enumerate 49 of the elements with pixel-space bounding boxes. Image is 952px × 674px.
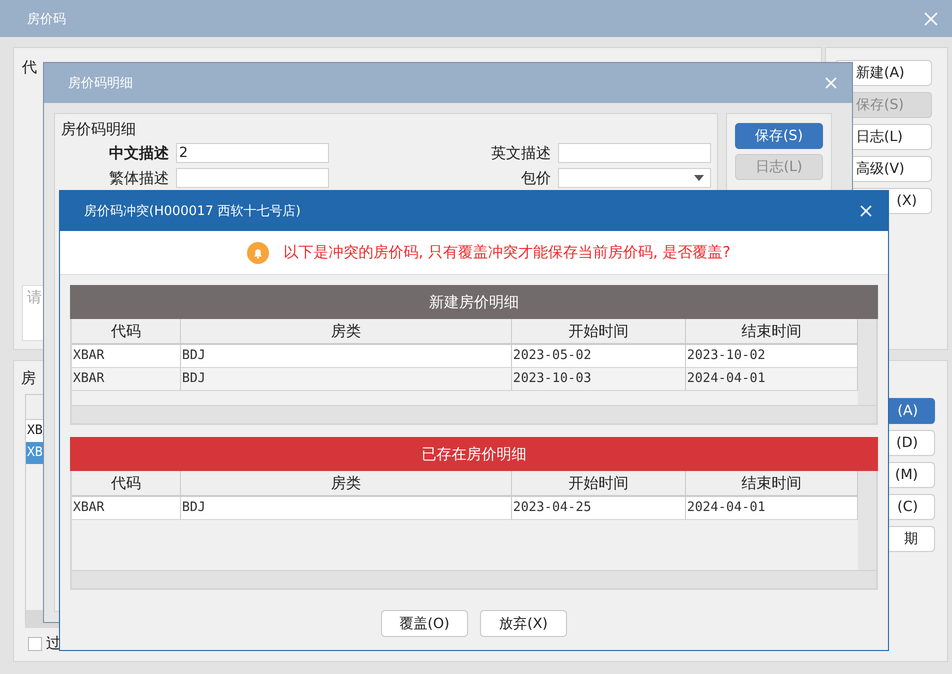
column-header[interactable]: 开始时间 (512, 319, 686, 345)
filter-checkbox[interactable] (28, 636, 42, 650)
window-title: 房价码 (27, 10, 66, 28)
table-cell: 2023-04-25 (512, 497, 686, 520)
horizontal-scrollbar[interactable] (72, 570, 876, 588)
vertical-scrollbar[interactable] (858, 319, 876, 405)
table-cell: XBAR (72, 345, 181, 368)
bell-icon (247, 242, 270, 264)
dropdown-field[interactable] (558, 168, 711, 188)
warning-message: 以下是冲突的房价码, 只有覆盖冲突才能保存当前房价码, 是否覆盖? (283, 243, 731, 262)
table-cell: BDJ (181, 497, 512, 520)
field-label: 包价 (520, 168, 551, 188)
list-label: 房 (21, 369, 36, 388)
table-cell: 2024-04-01 (686, 497, 858, 520)
table-cell: 2023-10-03 (512, 368, 686, 391)
table-cell: 2024-04-01 (686, 368, 858, 391)
text-field[interactable] (558, 143, 711, 163)
column-header[interactable]: 开始时间 (512, 471, 686, 497)
table-cell: BDJ (181, 345, 512, 368)
table-cell: BDJ (181, 368, 512, 391)
checkbox-label: 过 (46, 634, 61, 653)
column-header[interactable]: 代码 (72, 319, 181, 345)
section-title: 新建房价明细 (429, 292, 519, 312)
dialog-button[interactable]: 覆盖(O) (381, 610, 468, 637)
dialog-title: 房价码冲突(H000017 西软十七号店) (84, 203, 301, 220)
table-cell: XBAR (72, 497, 181, 520)
table-cell: 2023-10-02 (686, 345, 858, 368)
caret-icon (694, 175, 704, 181)
group-title: 房价码明细 (61, 120, 137, 139)
detail-button[interactable]: 保存(S) (735, 123, 823, 149)
column-header[interactable]: 代码 (72, 471, 181, 497)
column-header[interactable]: 房类 (181, 471, 512, 497)
table-cell: 2023-05-02 (512, 345, 686, 368)
horizontal-scrollbar[interactable] (72, 405, 876, 423)
table-cell: XBAR (72, 368, 181, 391)
column-header[interactable]: 结束时间 (686, 471, 858, 497)
section-title: 已存在房价明细 (422, 444, 526, 464)
field-label: 繁体描述 (108, 168, 169, 188)
field-label: 英文描述 (490, 144, 551, 162)
field-label: 中文描述 (108, 144, 169, 162)
text-field[interactable]: 2 (176, 143, 329, 163)
dialog-button[interactable]: 放弃(X) (480, 610, 567, 637)
window-title: 房价码明细 (68, 75, 133, 92)
column-header[interactable]: 结束时间 (686, 319, 858, 345)
text-field[interactable] (176, 168, 329, 188)
vertical-scrollbar[interactable] (858, 471, 876, 570)
close-icon[interactable] (860, 205, 872, 217)
column-header[interactable]: 房类 (181, 319, 512, 345)
section-label: 代 (22, 58, 37, 77)
